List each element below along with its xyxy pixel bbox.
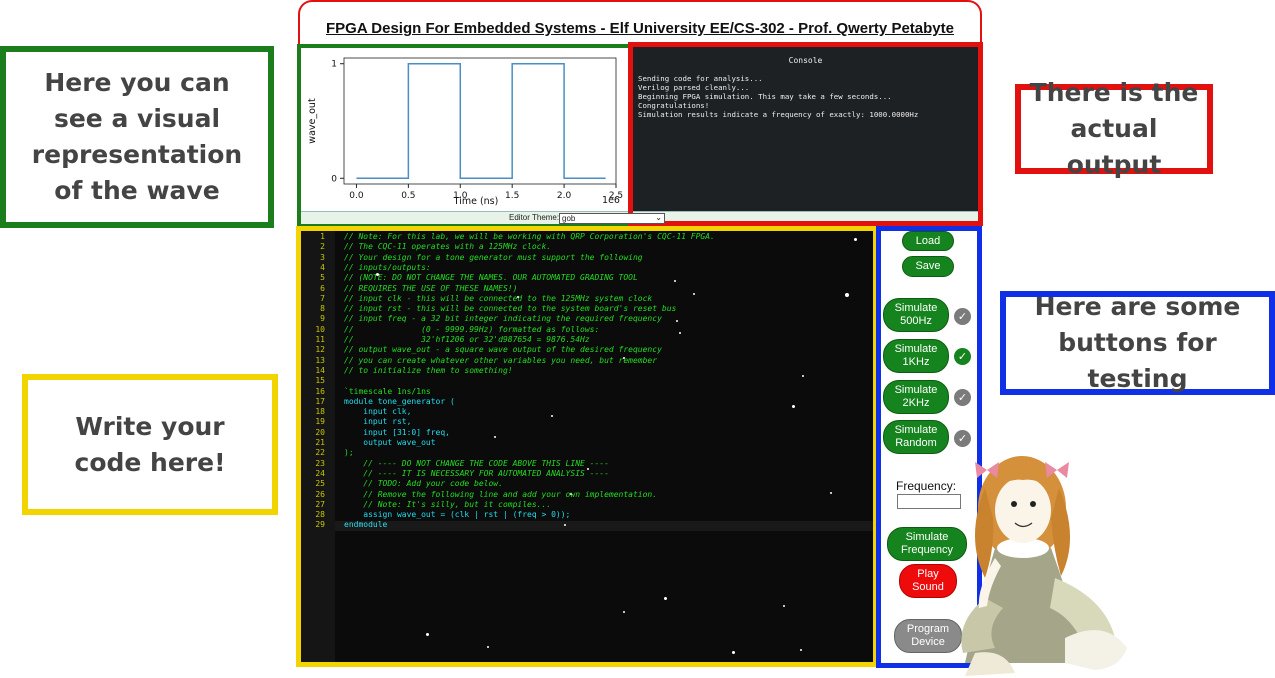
simulate-1khz-label-2: 1KHz (902, 356, 930, 368)
save-button[interactable]: Save (902, 256, 954, 277)
editor-theme-value: gob (562, 214, 576, 223)
doll-illustration (961, 456, 1127, 676)
callout-buttons-text: Here are some buttons for testing (1034, 292, 1241, 393)
console-title: Console (788, 56, 823, 65)
callout-code: Write your code here! (22, 374, 278, 515)
star-dot (676, 320, 678, 322)
star-dot (732, 651, 735, 654)
x-axis-exponent: 1e6 (602, 195, 620, 206)
editor-theme-select[interactable]: gob ⌄ (559, 213, 665, 224)
console-line: Beginning FPGA simulation. This may take… (638, 92, 892, 101)
star-dot (376, 273, 379, 276)
star-dot (487, 646, 489, 648)
console-panel: Console Sending code for analysis... Ver… (628, 42, 983, 226)
star-dot (559, 664, 562, 667)
console-line: Congratulations! (638, 101, 710, 110)
star-dot (494, 436, 496, 438)
star-dot (830, 492, 832, 494)
simulate-random-label-2: Random (895, 437, 937, 449)
program-device-label-2: Device (911, 636, 945, 648)
x-tick-label: 0.5 (401, 191, 415, 201)
editor-theme-label: Editor Theme: (509, 213, 560, 222)
star-dot (674, 280, 676, 282)
program-device-label-1: Program (906, 623, 950, 635)
simulate-500hz-label-2: 500Hz (900, 315, 932, 327)
wave-chart: 0.0 0.5 1.0 1.5 2.0 2.5 01 wave_out Time (ns)… (307, 57, 623, 207)
simulate-2khz-label-2: 2KHz (902, 397, 930, 409)
star-dot (693, 293, 695, 295)
simulate-2khz-button[interactable]: Simulate 2KHz (883, 380, 949, 414)
y-tick-label: 1 (331, 60, 337, 70)
wave-series-line (356, 62, 606, 180)
callout-output-text: There is the actual output (1029, 78, 1199, 179)
simulate-2khz-label-1: Simulate (894, 384, 938, 396)
console-line: Simulation results indicate a frequency … (638, 110, 919, 119)
console-output: Sending code for analysis... Verilog par… (638, 74, 918, 119)
star-dot (564, 524, 566, 526)
editor-theme-bar: Editor Theme: gob ⌄ (301, 211, 665, 224)
star-dot (783, 605, 785, 607)
x-tick-label: 1.5 (505, 191, 519, 201)
simulate-1khz-button[interactable]: Simulate 1KHz (883, 339, 949, 373)
x-tick-label: 2.0 (557, 191, 572, 201)
simulate-1khz-label-1: Simulate (894, 343, 938, 355)
star-dot (623, 611, 625, 613)
y-axis-label: wave_out (307, 98, 318, 144)
callout-buttons: Here are some buttons for testing (1000, 291, 1275, 395)
x-axis-label: Time (ns) (453, 196, 499, 207)
callout-wave: Here you can see a visual representation… (0, 46, 274, 228)
star-dot (854, 238, 857, 241)
check-mark-icon: ✓ (954, 430, 971, 447)
simulate-random-label-1: Simulate (894, 424, 938, 436)
play-sound-label-2: Sound (912, 581, 944, 593)
callout-output: There is the actual output (1015, 78, 1213, 179)
simulate-500hz-label-1: Simulate (894, 302, 938, 314)
star-dot (802, 375, 804, 377)
app-header: FPGA Design For Embedded Systems - Elf U… (298, 0, 982, 46)
load-button-label: Load (915, 234, 941, 247)
frequency-input[interactable] (897, 494, 961, 509)
program-device-button[interactable]: Program Device (894, 619, 962, 653)
simulate-random-button[interactable]: Simulate Random (883, 420, 949, 454)
star-dot (517, 296, 519, 298)
star-dot (551, 415, 553, 417)
star-dot (679, 332, 681, 334)
callout-code-text: Write your code here! (74, 411, 226, 477)
simulate-frequency-label-1: Simulate (905, 531, 949, 543)
code-editor[interactable]: 1// Note: For this lab, we will be worki… (296, 226, 878, 667)
simulate-frequency-label-2: Frequency (901, 544, 953, 556)
starfield-background (301, 231, 873, 662)
play-sound-button[interactable]: Play Sound (899, 564, 957, 598)
play-sound-label-1: Play (917, 568, 939, 580)
console-input-strip (633, 211, 978, 221)
plot-frame (343, 57, 617, 185)
star-dot (792, 405, 795, 408)
console-line: Sending code for analysis... (638, 74, 763, 83)
page-title: FPGA Design For Embedded Systems - Elf U… (326, 20, 954, 37)
frequency-label: Frequency: (896, 479, 957, 493)
chevron-down-icon: ⌄ (655, 213, 662, 222)
callout-wave-text: Here you can see a visual representation… (31, 68, 243, 205)
star-dot (623, 357, 625, 359)
check-mark-icon: ✓ (954, 348, 971, 365)
star-dot (570, 493, 572, 495)
star-dot (800, 649, 802, 651)
y-tick-label: 0 (331, 174, 337, 184)
check-mark-icon: ✓ (954, 308, 971, 325)
star-dot (587, 468, 589, 470)
check-mark-icon: ✓ (954, 389, 971, 406)
star-dot (664, 597, 667, 600)
load-button[interactable]: Load (902, 231, 954, 251)
x-tick-label: 0.0 (349, 191, 364, 201)
save-button-label: Save (915, 260, 941, 272)
simulate-500hz-button[interactable]: Simulate 500Hz (883, 298, 949, 332)
star-dot (426, 633, 429, 636)
wave-graph-panel: 0.0 0.5 1.0 1.5 2.0 2.5 01 wave_out Time (ns)… (297, 44, 633, 226)
console-line: Verilog parsed cleanly... (638, 83, 750, 92)
star-dot (845, 293, 849, 297)
